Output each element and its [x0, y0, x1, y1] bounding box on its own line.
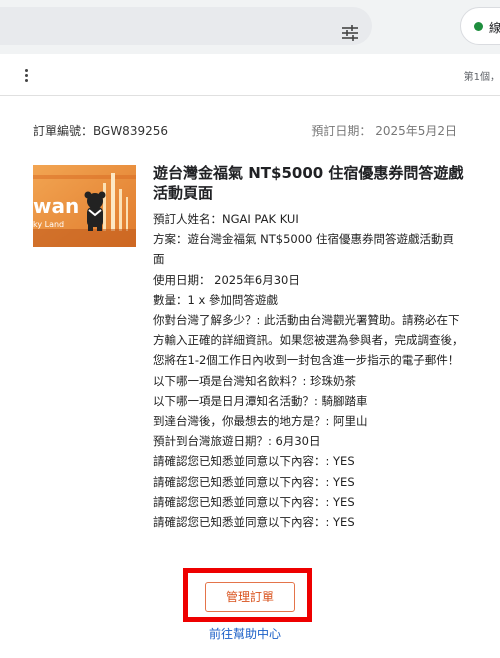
detail-line: 方案：遊台灣金福氣 NT$5000 住宿優惠券問答遊戲活動頁面 [153, 232, 455, 267]
detail-line: 到達台灣後，你最想去的地方是？: 阿里山 [153, 414, 368, 429]
help-center-link[interactable]: 前往幫助中心 [209, 625, 281, 642]
detail-line: 以下哪一項是台灣知名飲料？: 珍珠奶茶 [153, 373, 357, 388]
product-title[interactable]: 遊台灣金福氣 NT$5000 住宿優惠券問答遊戲活動頁面 [153, 163, 473, 203]
detail-line: 你對台灣了解多少？: 此活動由台灣觀光署贊助。請務必在下方輸入正確的詳細資訊。如… [153, 313, 464, 368]
detail-line: 使用日期： 2025年6月30日 [153, 272, 300, 287]
detail-line: 預計到台灣旅遊日期？: 6月30日 [153, 434, 321, 449]
detail-line: 以下哪一項是日月潭知名活動？: 騎腳踏車 [153, 393, 368, 408]
detail-line: 請確認您已知悉並同意以下內容：: YES [153, 494, 355, 509]
status-text: 線 [489, 21, 500, 35]
toolbar: 第1個， [0, 54, 500, 96]
browser-top-bar: 線 [0, 0, 500, 54]
tune-icon[interactable] [340, 24, 360, 42]
status-dot-icon [474, 22, 483, 31]
order-number: 訂單編號：BGW839256 [33, 124, 168, 138]
detail-line: 請確認您已知悉並同意以下內容：: YES [153, 454, 355, 469]
manage-order-button[interactable]: 管理訂單 [205, 582, 295, 612]
detail-line: 請確認您已知悉並同意以下內容：: YES [153, 515, 355, 530]
product-thumbnail[interactable]: wan ky Land [33, 165, 136, 247]
more-vertical-icon[interactable] [20, 68, 32, 84]
detail-line: 數量：1 x 參加問答遊戲 [153, 292, 278, 307]
detail-line: 預訂人姓名：NGAI PAK KUI [153, 212, 299, 226]
order-date: 預訂日期： 2025年5月2日 [311, 124, 457, 138]
highlight-frame: 管理訂單 [183, 568, 312, 622]
thumbnail-title: wan [33, 194, 79, 218]
page-count: 第1個， [463, 72, 500, 83]
order-details: 預訂人姓名：NGAI PAK KUI 方案：遊台灣金福氣 NT$5000 住宿優… [153, 209, 465, 532]
thumbnail-subtitle: ky Land [33, 220, 64, 229]
detail-line: 請確認您已知悉並同意以下內容：: YES [153, 474, 355, 489]
connection-status-pill[interactable]: 線 [460, 7, 500, 45]
search-bar[interactable] [0, 7, 372, 45]
